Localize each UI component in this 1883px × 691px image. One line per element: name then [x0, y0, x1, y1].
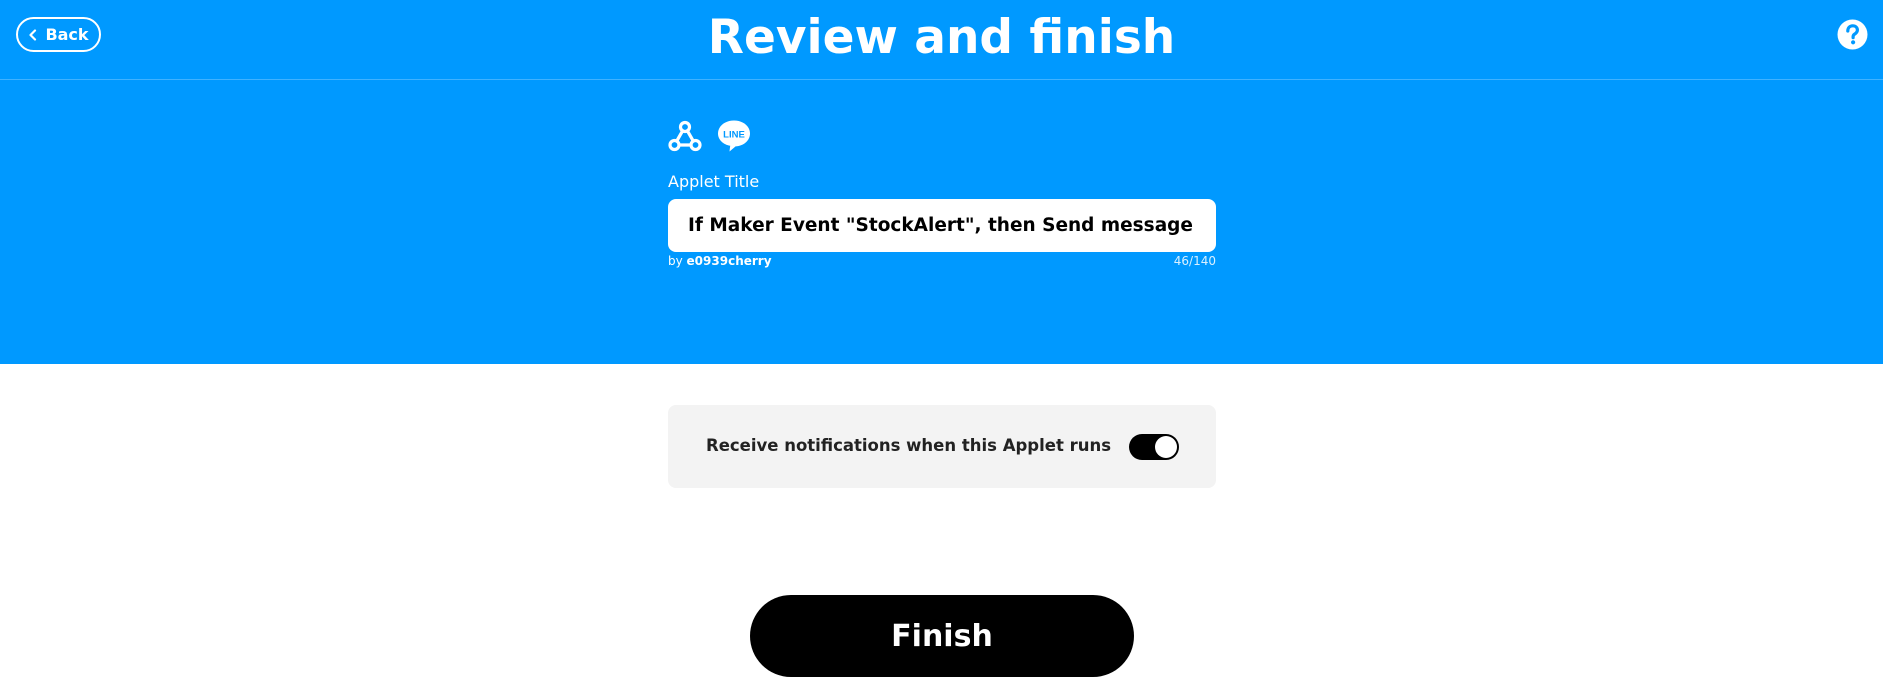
- applet-title-label: Applet Title: [668, 172, 760, 191]
- notifications-card: Receive notifications when this Applet r…: [668, 405, 1216, 488]
- toggle-knob: [1155, 436, 1177, 458]
- notifications-label: Receive notifications when this Applet r…: [706, 436, 1112, 455]
- author-prefix: by: [668, 254, 683, 268]
- character-count: 46/140: [1173, 254, 1216, 268]
- finish-button[interactable]: Finish: [750, 595, 1134, 677]
- service-icons: LINE: [667, 118, 767, 156]
- author-line: by e0939cherry: [668, 254, 772, 268]
- page-title: Review and finish: [707, 10, 1176, 65]
- applet-title-input[interactable]: [668, 199, 1216, 252]
- header-divider: [0, 79, 1883, 80]
- hero-header-area: Back Review and finish LINE Applet Title…: [0, 0, 1883, 364]
- notifications-toggle[interactable]: [1129, 434, 1179, 460]
- line-icon: LINE: [718, 120, 750, 152]
- author-name: e0939cherry: [686, 254, 772, 268]
- svg-text:LINE: LINE: [723, 129, 745, 140]
- help-icon[interactable]: [1837, 19, 1868, 50]
- webhook-icon: [668, 120, 702, 152]
